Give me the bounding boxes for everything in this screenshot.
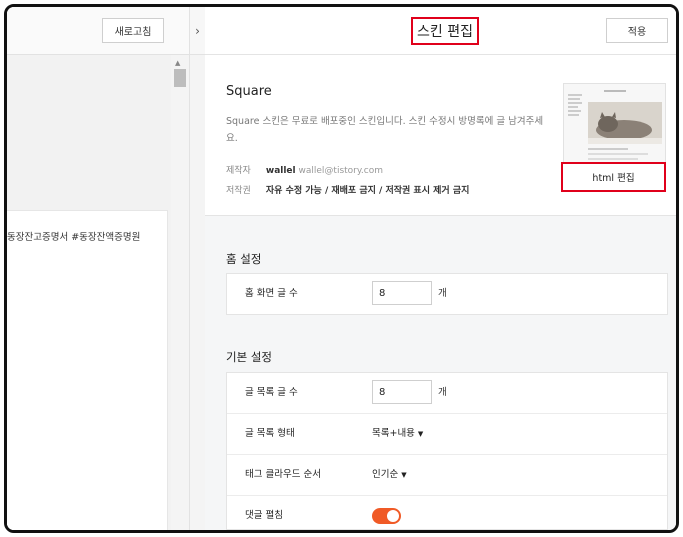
- unit-label: 개: [438, 387, 447, 398]
- refresh-button[interactable]: 새로고침: [102, 18, 164, 43]
- window-frame: 새로고침 동장잔고증명서 #동장잔액증명원 ▲ › 스킨 편집 적용 Squar…: [4, 4, 679, 533]
- setting-row-post-count: 글 목록 글 수 개: [227, 373, 667, 414]
- setting-label: 글 목록 글 수: [245, 387, 298, 398]
- preview-toolbar: 새로고침: [7, 7, 189, 55]
- skin-name: Square: [226, 84, 272, 99]
- list-type-value: 목록+내용: [372, 428, 415, 439]
- setting-label: 태그 클라우드 순서: [245, 469, 321, 480]
- basic-settings-title: 기본 설정: [226, 350, 272, 364]
- toggle-knob: [387, 510, 399, 522]
- skin-thumbnail: [563, 83, 666, 165]
- setting-row-home-post-count: 홈 화면 글 수 개: [227, 274, 667, 314]
- preview-area: 동장잔고증명서 #동장잔액증명원: [7, 55, 171, 530]
- author-email: wallel@tistory.com: [298, 166, 384, 176]
- preview-tags[interactable]: 동장잔고증명서 #동장잔액증명원: [7, 229, 167, 243]
- home-settings-title: 홈 설정: [226, 252, 262, 266]
- home-post-count-input[interactable]: [372, 281, 432, 305]
- tag-order-value: 인기순: [372, 469, 399, 480]
- scroll-up-arrow-icon[interactable]: ▲: [175, 59, 180, 67]
- scroll-thumb[interactable]: [174, 69, 186, 87]
- caret-down-icon: ▼: [401, 471, 407, 479]
- home-settings-box: 홈 화면 글 수 개: [226, 273, 668, 315]
- caret-down-icon: ▼: [417, 430, 424, 438]
- page-title: 스킨 편집: [411, 17, 479, 45]
- collapse-strip: [189, 55, 206, 530]
- preview-post-card: 동장잔고증명서 #동장잔액증명원: [7, 210, 168, 530]
- setting-label: 홈 화면 글 수: [245, 288, 298, 299]
- skin-thumbnail-image: [564, 84, 665, 164]
- author-name: wallel: [265, 166, 296, 176]
- setting-row-list-type: 글 목록 형태 목록+내용 ▼: [227, 414, 667, 455]
- panel-header: 스킨 편집 적용: [205, 7, 676, 55]
- list-type-dropdown[interactable]: 목록+내용 ▼: [372, 414, 423, 454]
- setting-label: 댓글 펼침: [245, 510, 283, 521]
- license-text: 자유 수정 가능 / 재배포 금지 / 저작권 표시 제거 금지: [265, 186, 470, 196]
- skin-author: 제작자 wallel wallel@tistory.com: [226, 163, 383, 176]
- skin-edit-panel: 스킨 편집 적용 Square Square 스킨은 무료로 배포중인 스킨입니…: [205, 7, 676, 530]
- preview-pane: 새로고침 동장잔고증명서 #동장잔액증명원 ▲: [7, 7, 189, 530]
- skin-description: Square 스킨은 무료로 배포중인 스킨입니다. 스킨 수정시 방명록에 글…: [226, 116, 544, 144]
- setting-row-comment-expand: 댓글 펼침: [227, 496, 667, 530]
- setting-label: 글 목록 형태: [245, 428, 295, 439]
- chevron-right-icon[interactable]: ›: [189, 7, 206, 55]
- skin-license: 저작권 자유 수정 가능 / 재배포 금지 / 저작권 표시 제거 금지: [226, 183, 469, 196]
- setting-row-tag-order: 태그 클라우드 순서 인기순 ▼: [227, 455, 667, 496]
- apply-button[interactable]: 적용: [606, 18, 668, 43]
- preview-scrollbar[interactable]: ▲: [171, 55, 189, 530]
- comment-expand-toggle[interactable]: [372, 508, 401, 524]
- unit-label: 개: [438, 288, 447, 299]
- post-count-input[interactable]: [372, 380, 432, 404]
- tag-order-dropdown[interactable]: 인기순 ▼: [372, 455, 407, 495]
- skin-info-card: Square Square 스킨은 무료로 배포중인 스킨입니다. 스킨 수정시…: [205, 55, 676, 216]
- html-edit-button[interactable]: html 편집: [561, 162, 666, 192]
- license-label: 저작권: [226, 186, 251, 196]
- basic-settings-box: 글 목록 글 수 개 글 목록 형태 목록+내용▼ 태그 클라우드 순서 인기순…: [226, 372, 668, 530]
- author-label: 제작자: [226, 166, 251, 176]
